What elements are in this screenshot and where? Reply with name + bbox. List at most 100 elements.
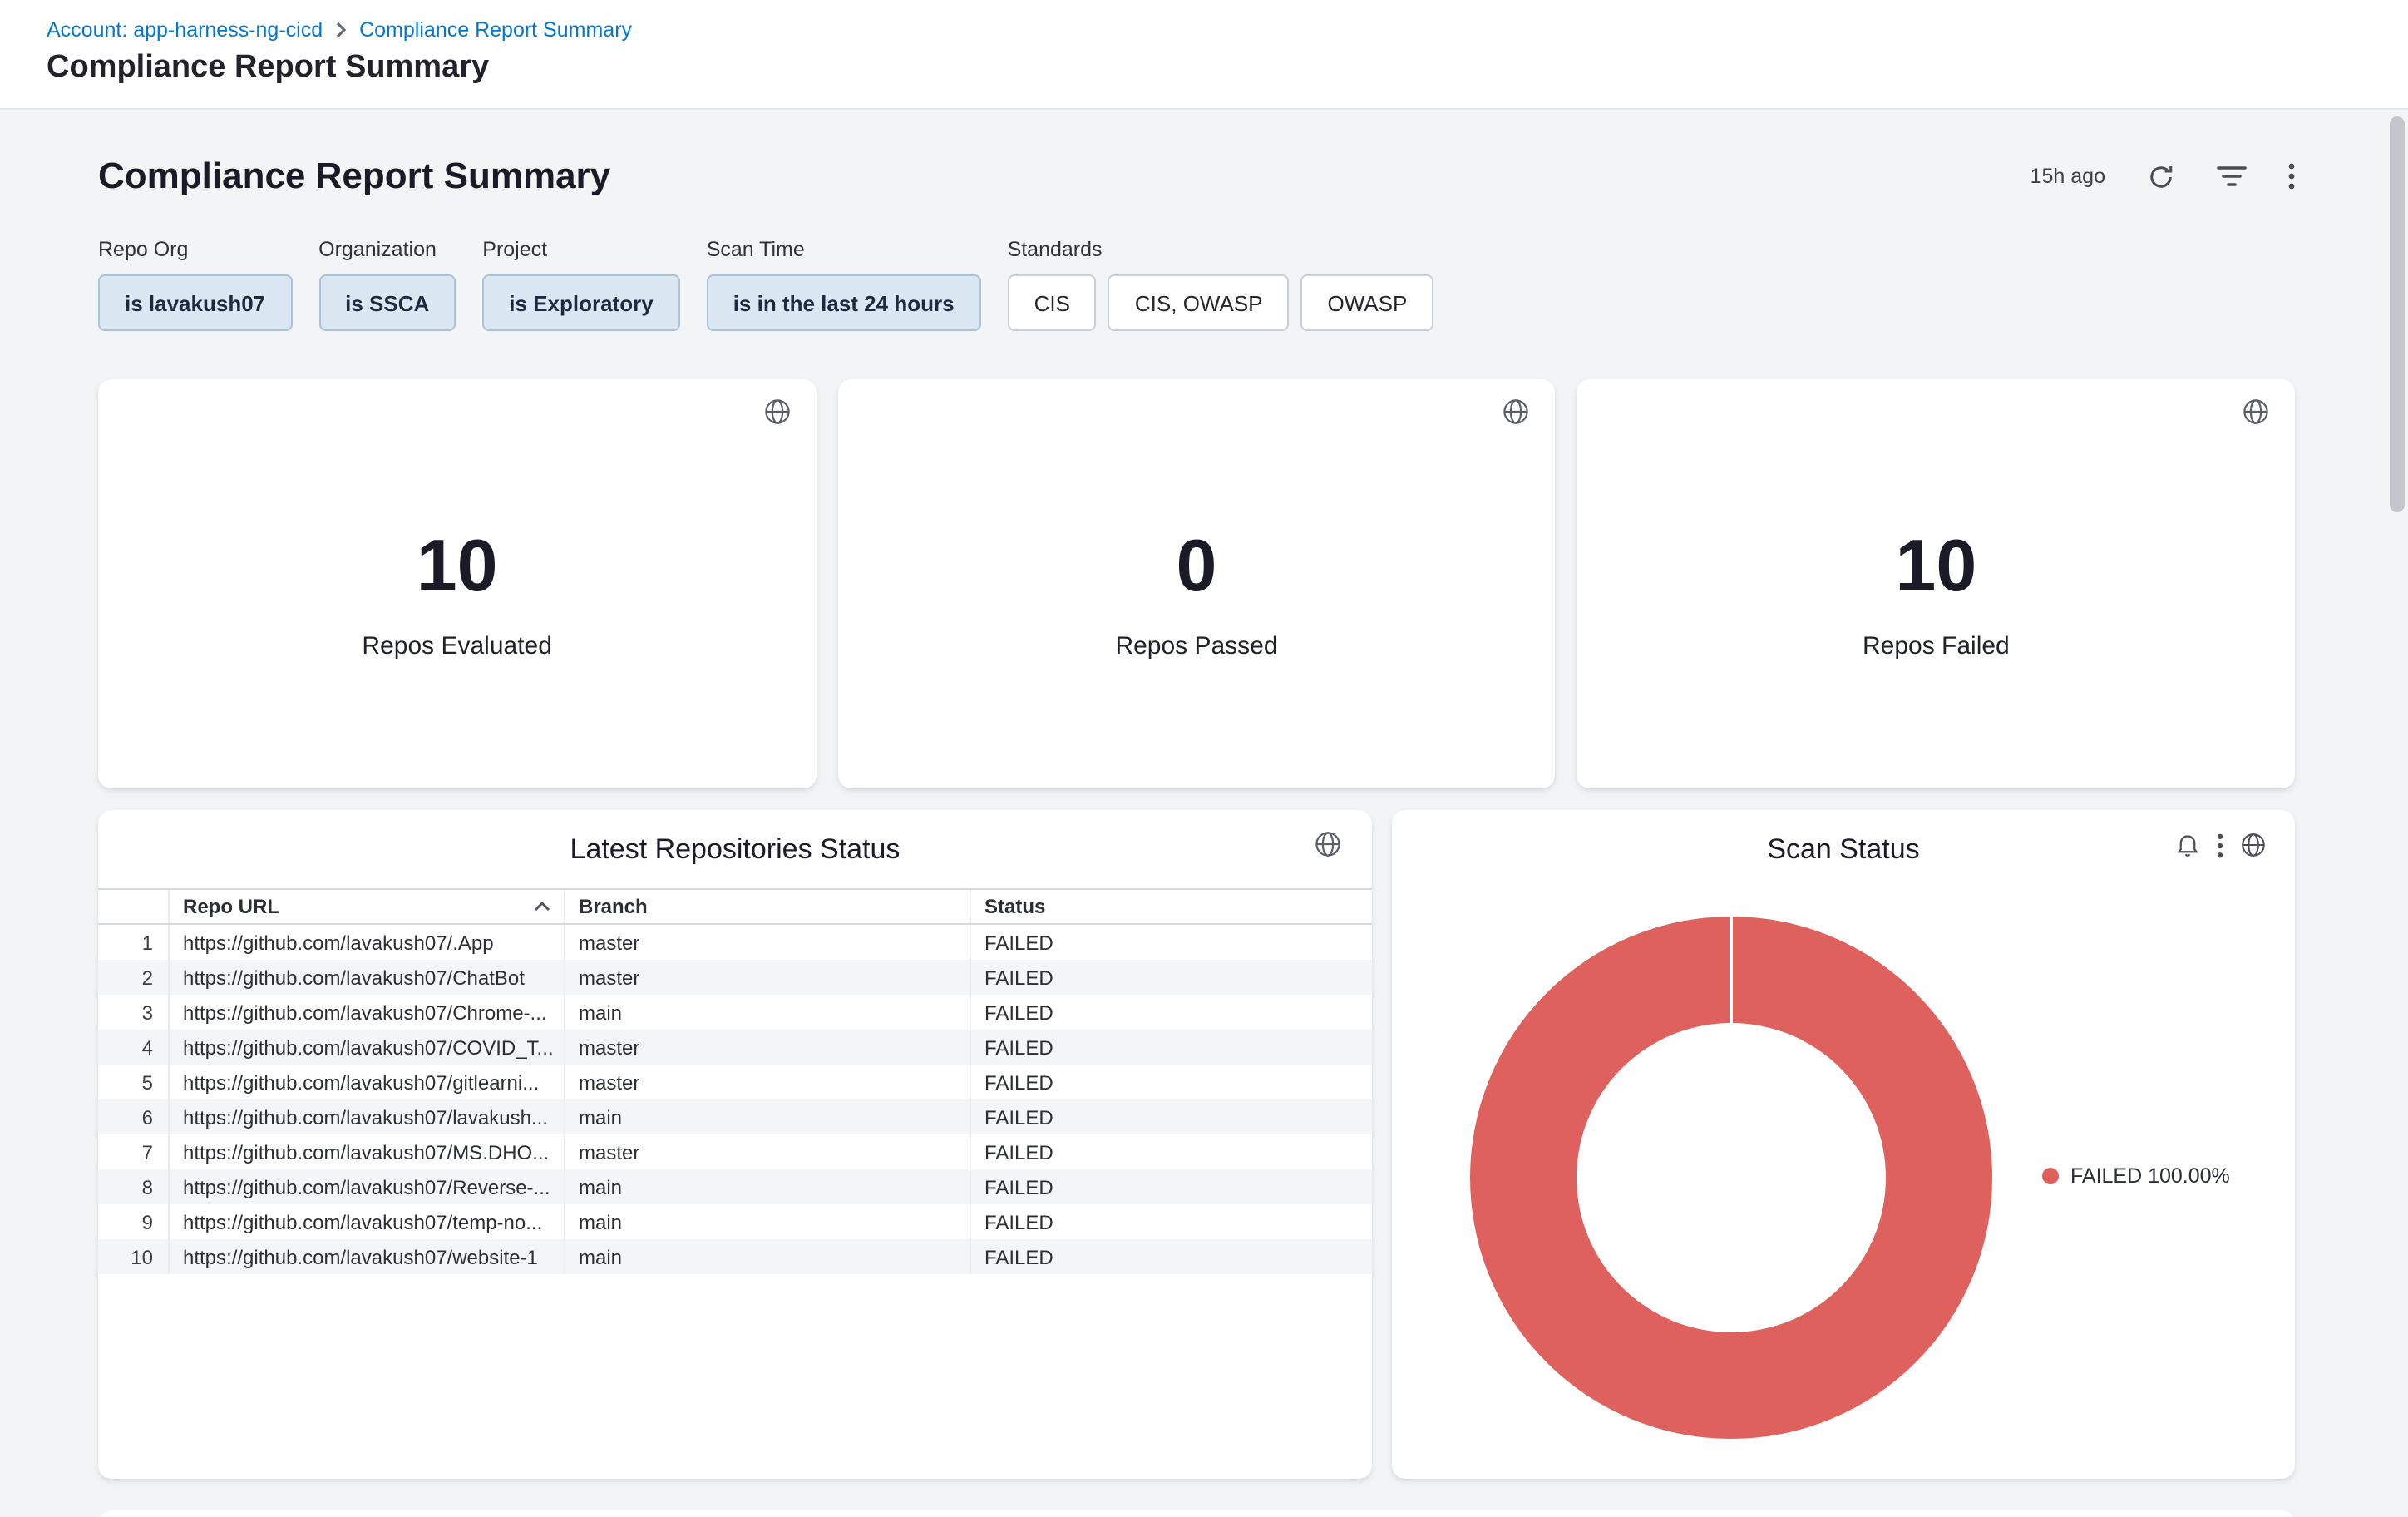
repo-url-cell: https://github.com/lavakush07/Reverse-..… xyxy=(168,1169,564,1204)
globe-icon[interactable] xyxy=(1503,398,1531,434)
filter-chip[interactable]: is in the last 24 hours xyxy=(707,274,981,331)
branch-cell: main xyxy=(564,995,970,1030)
stat-cards-row: 10 Repos Evaluated 0 Repos Passed 10 Rep… xyxy=(98,379,2295,788)
filter-label: Project xyxy=(482,238,679,261)
app-viewport: Account: app-harness-ng-cicd Compliance … xyxy=(0,0,2408,1517)
scan-status-card: Scan Status FAILED 100.00% xyxy=(1392,810,2295,1479)
status-cell: FAILED xyxy=(970,995,1372,1030)
stat-value: 10 xyxy=(417,531,498,604)
breadcrumb-page-link[interactable]: Compliance Report Summary xyxy=(359,18,632,42)
table-body: 1 https://github.com/lavakush07/.App mas… xyxy=(98,925,1372,1274)
chart-legend[interactable]: FAILED 100.00% xyxy=(2042,1164,2230,1188)
sort-asc-icon xyxy=(534,902,550,912)
column-header-repo-url[interactable]: Repo URL xyxy=(168,890,564,923)
repo-url-cell: https://github.com/lavakush07/gitlearni.… xyxy=(168,1065,564,1099)
repo-url-cell: https://github.com/lavakush07/Chrome-... xyxy=(168,995,564,1030)
row-number: 2 xyxy=(98,960,168,995)
filter-chip[interactable]: CIS, OWASP xyxy=(1108,274,1290,331)
donut-slice-divider xyxy=(1730,917,1733,1025)
status-cell: FAILED xyxy=(970,1030,1372,1065)
legend-label: FAILED 100.00% xyxy=(2070,1164,2230,1188)
branch-cell: master xyxy=(564,925,970,960)
vertical-scrollbar-thumb[interactable] xyxy=(2390,116,2405,512)
status-cell: FAILED xyxy=(970,1065,1372,1099)
table-row: 1 https://github.com/lavakush07/.App mas… xyxy=(98,925,1372,960)
dashboard-header: Compliance Report Summary 15h ago xyxy=(98,111,2295,198)
table-row: 6 https://github.com/lavakush07/lavakush… xyxy=(98,1099,1372,1134)
kebab-menu-icon[interactable] xyxy=(2217,833,2223,857)
repo-url-cell: https://github.com/lavakush07/.App xyxy=(168,925,564,960)
dashboard-title: Compliance Report Summary xyxy=(98,155,610,198)
dashboard: Compliance Report Summary 15h ago xyxy=(98,111,2295,1517)
globe-icon[interactable] xyxy=(1314,830,1342,867)
table-row: 9 https://github.com/lavakush07/temp-no.… xyxy=(98,1204,1372,1239)
branch-cell: master xyxy=(564,960,970,995)
refresh-icon[interactable] xyxy=(2147,162,2175,190)
scan-card-icons xyxy=(2175,832,2267,858)
kebab-menu-icon[interactable] xyxy=(2288,163,2295,190)
card-title: Scan Status xyxy=(1392,810,2295,867)
column-header-branch[interactable]: Branch xyxy=(564,890,970,923)
next-card-top-edge xyxy=(98,1510,2295,1517)
filter-label: Repo Org xyxy=(98,238,292,261)
repo-url-cell: https://github.com/lavakush07/temp-no... xyxy=(168,1204,564,1239)
filter-label: Organization xyxy=(318,238,456,261)
row-number: 9 xyxy=(98,1204,168,1239)
filter-chip[interactable]: is lavakush07 xyxy=(98,274,292,331)
filter-group-organization: Organization is SSCA xyxy=(318,238,456,331)
status-cell: FAILED xyxy=(970,1134,1372,1169)
table-row: 10 https://github.com/lavakush07/website… xyxy=(98,1239,1372,1274)
filter-chip[interactable]: CIS xyxy=(1008,274,1097,331)
stat-card-repos-passed: 0 Repos Passed xyxy=(837,379,1555,788)
row-number: 6 xyxy=(98,1099,168,1134)
last-refresh-time: 15h ago xyxy=(2031,165,2105,188)
stat-label: Repos Passed xyxy=(1115,632,1277,660)
donut-chart[interactable] xyxy=(1470,917,1992,1439)
bell-icon[interactable] xyxy=(2175,832,2200,858)
main-content: Compliance Report Summary 15h ago xyxy=(0,111,2408,1517)
donut-hole xyxy=(1577,1023,1886,1332)
globe-icon[interactable] xyxy=(2240,832,2267,858)
latest-repositories-card: Latest Repositories Status Repo URL Bran… xyxy=(98,810,1372,1479)
filter-icon[interactable] xyxy=(2217,165,2247,188)
legend-dot xyxy=(2042,1168,2059,1184)
branch-cell: main xyxy=(564,1204,970,1239)
bottom-row: Latest Repositories Status Repo URL Bran… xyxy=(98,810,2295,1479)
row-number: 8 xyxy=(98,1169,168,1204)
stat-card-repos-failed: 10 Repos Failed xyxy=(1577,379,2295,788)
filter-group-scan-time: Scan Time is in the last 24 hours xyxy=(707,238,981,331)
status-cell: FAILED xyxy=(970,1204,1372,1239)
row-number: 10 xyxy=(98,1239,168,1274)
repo-url-cell: https://github.com/lavakush07/lavakush..… xyxy=(168,1099,564,1134)
filter-chip[interactable]: OWASP xyxy=(1301,274,1434,331)
status-cell: FAILED xyxy=(970,1099,1372,1134)
breadcrumb-account-link[interactable]: Account: app-harness-ng-cicd xyxy=(47,18,323,42)
filter-chip[interactable]: is SSCA xyxy=(318,274,456,331)
page-title: Compliance Report Summary xyxy=(47,50,2408,86)
filter-group-repo-org: Repo Org is lavakush07 xyxy=(98,238,292,331)
column-header-status[interactable]: Status xyxy=(970,890,1372,923)
breadcrumb: Account: app-harness-ng-cicd Compliance … xyxy=(47,18,2408,42)
globe-icon[interactable] xyxy=(2242,398,2270,434)
branch-cell: master xyxy=(564,1030,970,1065)
repo-url-cell: https://github.com/lavakush07/COVID_T... xyxy=(168,1030,564,1065)
row-number: 3 xyxy=(98,995,168,1030)
branch-cell: master xyxy=(564,1134,970,1169)
top-header: Account: app-harness-ng-cicd Compliance … xyxy=(0,0,2408,110)
status-cell: FAILED xyxy=(970,925,1372,960)
table-row: 2 https://github.com/lavakush07/ChatBot … xyxy=(98,960,1372,995)
branch-cell: main xyxy=(564,1169,970,1204)
stat-label: Repos Failed xyxy=(1863,632,2010,660)
filter-chip[interactable]: is Exploratory xyxy=(482,274,679,331)
repo-url-cell: https://github.com/lavakush07/website-1 xyxy=(168,1239,564,1274)
chevron-right-icon xyxy=(334,22,348,38)
globe-icon[interactable] xyxy=(762,398,791,434)
table-row: 4 https://github.com/lavakush07/COVID_T.… xyxy=(98,1030,1372,1065)
filter-group-standards: Standards CIS CIS, OWASP OWASP xyxy=(1008,238,1434,331)
card-title: Latest Repositories Status xyxy=(98,810,1372,867)
filter-label: Standards xyxy=(1008,238,1434,261)
repo-url-cell: https://github.com/lavakush07/MS.DHO... xyxy=(168,1134,564,1169)
stat-value: 0 xyxy=(1177,531,1217,604)
row-number: 7 xyxy=(98,1134,168,1169)
table-row: 5 https://github.com/lavakush07/gitlearn… xyxy=(98,1065,1372,1099)
